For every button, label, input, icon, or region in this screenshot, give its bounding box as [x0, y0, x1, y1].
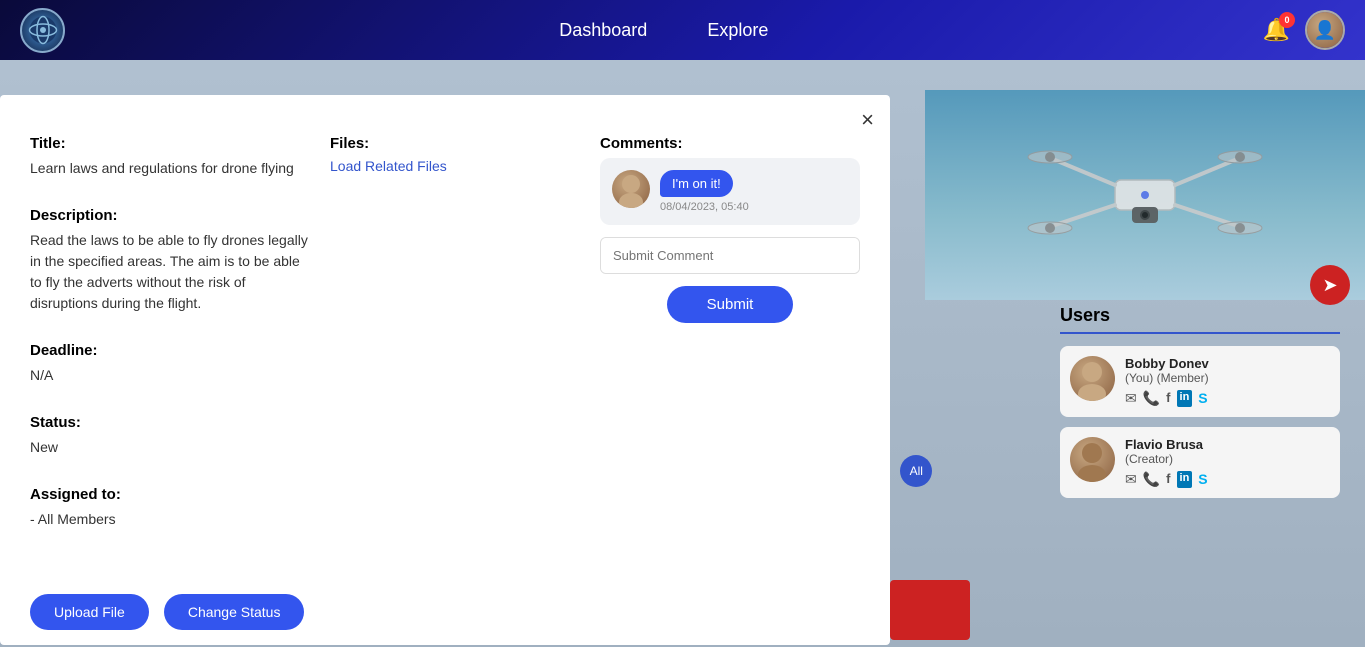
- comment-input-wrapper: [600, 237, 860, 274]
- user-role-2: (Creator): [1125, 452, 1330, 466]
- navbar: Dashboard Explore 🔔 0 👤: [0, 0, 1365, 60]
- assigned-label: Assigned to:: [30, 486, 310, 503]
- skype-icon-1[interactable]: S: [1198, 390, 1207, 407]
- facebook-icon-2[interactable]: f: [1166, 471, 1170, 488]
- title-section: Title: Learn laws and regulations for dr…: [30, 135, 310, 179]
- comment-text: I'm on it!: [660, 170, 733, 197]
- title-value: Learn laws and regulations for drone fly…: [30, 158, 310, 179]
- linkedin-icon-1[interactable]: in: [1177, 390, 1193, 407]
- description-section: Description: Read the laws to be able to…: [30, 207, 310, 314]
- user-name-2: Flavio Brusa: [1125, 437, 1330, 452]
- modal-middle-column: Files: Load Related Files: [330, 135, 580, 558]
- deadline-label: Deadline:: [30, 342, 310, 359]
- email-icon-1[interactable]: ✉: [1125, 390, 1137, 407]
- navbar-links: Dashboard Explore: [65, 20, 1263, 41]
- user-role-1: (You) (Member): [1125, 371, 1330, 385]
- upload-file-button[interactable]: Upload File: [30, 594, 149, 630]
- nav-dashboard[interactable]: Dashboard: [559, 20, 647, 41]
- user-avatar-nav[interactable]: 👤: [1305, 10, 1345, 50]
- deadline-section: Deadline: N/A: [30, 342, 310, 386]
- users-title: Users: [1060, 305, 1110, 325]
- comment-time: 08/04/2023, 05:40: [660, 201, 749, 213]
- assigned-section: Assigned to: - All Members: [30, 486, 310, 530]
- bell-button[interactable]: 🔔 0: [1263, 17, 1290, 43]
- status-section: Status: New: [30, 414, 310, 458]
- logo[interactable]: [20, 8, 65, 53]
- red-rectangle: [890, 580, 970, 640]
- timeline-all-btn[interactable]: All: [900, 455, 932, 487]
- status-value: New: [30, 437, 310, 458]
- user-info-2: Flavio Brusa (Creator) ✉ 📞 f in S: [1125, 437, 1330, 488]
- avatar-image: 👤: [1307, 12, 1343, 48]
- submit-comment-button[interactable]: Submit: [667, 286, 794, 323]
- description-value: Read the laws to be able to fly drones l…: [30, 230, 310, 314]
- user-card-2: Flavio Brusa (Creator) ✉ 📞 f in S: [1060, 427, 1340, 498]
- comment-input[interactable]: [601, 238, 859, 273]
- user-avatar-1: [1070, 356, 1115, 401]
- comment-avatar: [612, 170, 650, 208]
- users-panel: Users Bobby Donev (You) (Member) ✉ 📞 f i…: [1060, 305, 1340, 508]
- circle-action-button[interactable]: ➤: [1310, 265, 1350, 305]
- modal-close-button[interactable]: ×: [861, 107, 874, 133]
- notification-badge: 0: [1279, 12, 1295, 28]
- comments-label: Comments:: [600, 135, 860, 152]
- files-label: Files:: [330, 135, 580, 152]
- modal-bottom-actions: Upload File Change Status: [30, 594, 304, 630]
- modal-right-column: Comments: I'm on it! 08/04/2023, 05:40 S…: [600, 135, 860, 558]
- modal-left-column: Title: Learn laws and regulations for dr…: [30, 135, 310, 558]
- navbar-right: 🔔 0 👤: [1263, 10, 1345, 50]
- user-icons-2: ✉ 📞 f in S: [1125, 471, 1330, 488]
- modal-content: Title: Learn laws and regulations for dr…: [30, 135, 860, 558]
- files-section: Files: Load Related Files: [330, 135, 580, 176]
- phone-icon-2[interactable]: 📞: [1143, 471, 1160, 488]
- deadline-value: N/A: [30, 365, 310, 386]
- skype-icon-2[interactable]: S: [1198, 471, 1207, 488]
- linkedin-icon-2[interactable]: in: [1177, 471, 1193, 488]
- title-label: Title:: [30, 135, 310, 152]
- comment-item: I'm on it! 08/04/2023, 05:40: [600, 158, 860, 225]
- user-avatar-2: [1070, 437, 1115, 482]
- nav-explore[interactable]: Explore: [707, 20, 768, 41]
- email-icon-2[interactable]: ✉: [1125, 471, 1137, 488]
- user-name-1: Bobby Donev: [1125, 356, 1330, 371]
- load-files-link[interactable]: Load Related Files: [330, 158, 447, 174]
- facebook-icon-1[interactable]: f: [1166, 390, 1170, 407]
- description-label: Description:: [30, 207, 310, 224]
- user-card-1: Bobby Donev (You) (Member) ✉ 📞 f in S: [1060, 346, 1340, 417]
- arrow-icon: ➤: [1322, 275, 1337, 296]
- user-icons-1: ✉ 📞 f in S: [1125, 390, 1330, 407]
- comment-content: I'm on it! 08/04/2023, 05:40: [660, 170, 749, 213]
- status-label: Status:: [30, 414, 310, 431]
- assigned-value: - All Members: [30, 509, 310, 530]
- change-status-button[interactable]: Change Status: [164, 594, 305, 630]
- drone-image-area: [925, 90, 1365, 300]
- modal: × Title: Learn laws and regulations for …: [0, 95, 890, 645]
- user-info-1: Bobby Donev (You) (Member) ✉ 📞 f in S: [1125, 356, 1330, 407]
- phone-icon-1[interactable]: 📞: [1143, 390, 1160, 407]
